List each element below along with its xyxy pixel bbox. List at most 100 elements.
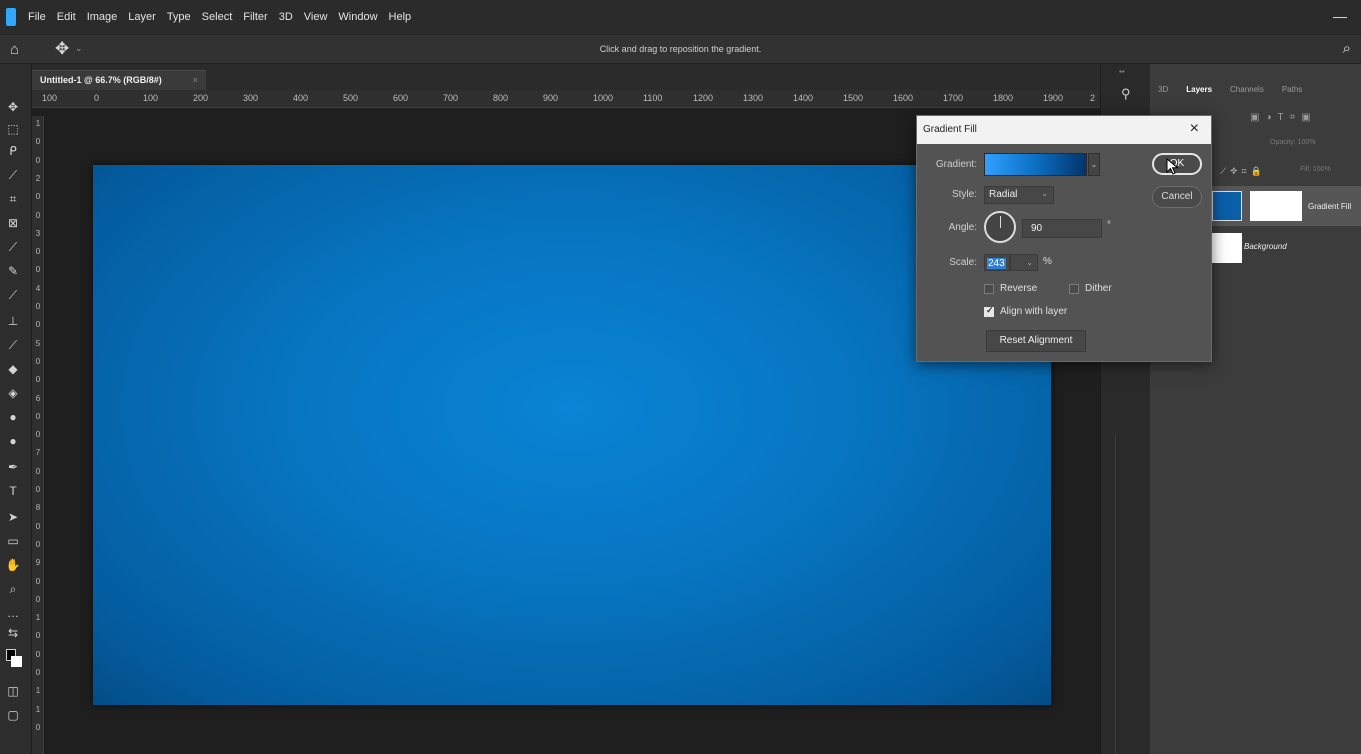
pen-tool-icon[interactable]: ✒	[5, 460, 21, 474]
ruler-tick: 1200	[693, 93, 714, 103]
ruler-tick: 0	[35, 466, 41, 476]
menu-type[interactable]: Type	[167, 11, 191, 23]
ruler-tick: 200	[193, 93, 209, 103]
menu-filter[interactable]: Filter	[243, 11, 267, 23]
document-tab[interactable]: Untitled-1 @ 66.7% (RGB/8#) ×	[32, 70, 206, 90]
background-color-swatch[interactable]	[11, 656, 22, 667]
zoom-tool-icon[interactable]: ⌕	[5, 582, 21, 596]
healing-brush-tool-icon[interactable]: ✎	[5, 264, 21, 278]
menu-layer[interactable]: Layer	[128, 11, 156, 23]
options-bar: ⌂ ✥ ⌄ Click and drag to reposition the g…	[0, 34, 1361, 64]
menu-view[interactable]: View	[304, 11, 328, 23]
ruler-tick: 0	[35, 265, 41, 275]
frame-tool-icon[interactable]: ⊠	[5, 216, 21, 230]
ruler-tick: 2	[35, 173, 41, 183]
ruler-tick: 0	[35, 155, 41, 165]
lasso-tool-icon[interactable]: ᑭ	[5, 144, 21, 158]
type-tool-icon[interactable]: T	[5, 484, 21, 498]
dialog-titlebar[interactable]: Gradient Fill ×	[917, 116, 1211, 144]
layer-filter-icons[interactable]: ▣◑T⌗▣	[1250, 112, 1317, 123]
ruler-tick: 7	[35, 448, 41, 458]
ruler-tick: 8	[35, 503, 41, 513]
ruler-tick: 0	[35, 302, 41, 311]
gradient-picker[interactable]	[984, 153, 1087, 176]
eyedropper-tool-icon[interactable]: ⟋	[5, 240, 21, 254]
close-tab-icon[interactable]: ×	[193, 75, 198, 85]
align-with-layer-checkbox[interactable]	[984, 305, 994, 317]
crop-tool-icon[interactable]: ⌗	[5, 192, 21, 206]
close-icon[interactable]: ×	[1190, 120, 1199, 138]
ruler-tick: 0	[35, 576, 41, 586]
screen-mode-icon[interactable]: ▢	[5, 708, 21, 722]
angle-input[interactable]: 90	[1022, 219, 1102, 238]
vertical-ruler: 1 0 0 2 0 0 3 0 0 4 0 0 5 0 0 6 0 0 7 0 0 8 0 0 9 0 0 1 0 0 0 1 1 0	[32, 116, 44, 754]
menu-select[interactable]: Select	[202, 11, 233, 23]
dither-checkbox[interactable]	[1069, 284, 1079, 294]
scale-dropdown-button[interactable]: ⌄	[1010, 254, 1038, 271]
style-value: Radial	[989, 189, 1018, 200]
ruler-tick: 0	[94, 93, 100, 103]
ruler-tick: 1	[35, 686, 41, 696]
layer-row-background[interactable]: Background	[1202, 228, 1361, 268]
menu-file[interactable]: File	[28, 11, 46, 23]
brush-tool-icon[interactable]: ⟋	[5, 288, 21, 302]
layer-thumbnail	[1212, 191, 1242, 221]
ruler-tick: 500	[343, 93, 359, 103]
gradient-tool-icon[interactable]: ◈	[5, 386, 21, 400]
dock-grip-icon[interactable]: ▪▪	[1119, 67, 1125, 76]
reverse-checkbox[interactable]	[984, 284, 994, 294]
gradient-fill-dialog: Gradient Fill × Gradient: ⌄ Style: Radia…	[916, 115, 1212, 362]
layer-row-gradient-fill[interactable]: Gradient Fill	[1202, 186, 1361, 226]
ruler-tick: 3	[35, 228, 41, 238]
menu-window[interactable]: Window	[338, 11, 377, 23]
tab-layers[interactable]: Layers	[1186, 85, 1212, 94]
eraser-tool-icon[interactable]: ◆	[5, 362, 21, 376]
quick-select-tool-icon[interactable]: ⟋	[5, 168, 21, 182]
dither-label: Dither	[1085, 283, 1112, 294]
angle-dial[interactable]	[984, 211, 1016, 243]
reset-alignment-button[interactable]: Reset Alignment	[986, 330, 1086, 352]
more-tools-icon[interactable]: …	[5, 606, 21, 620]
photoshop-logo-icon[interactable]	[6, 8, 16, 26]
gradient-dropdown-button[interactable]: ⌄	[1088, 153, 1100, 176]
history-brush-tool-icon[interactable]: ⟋	[5, 338, 21, 352]
cancel-button[interactable]: Cancel	[1152, 186, 1202, 208]
minimize-button[interactable]: —	[1333, 8, 1347, 24]
dodge-tool-icon[interactable]: ●	[5, 434, 21, 448]
tab-paths[interactable]: Paths	[1282, 85, 1302, 94]
ruler-tick: 0	[35, 411, 41, 421]
dialog-title: Gradient Fill	[923, 124, 977, 135]
fill-field[interactable]: Fill: 100%	[1300, 166, 1331, 173]
tab-channels[interactable]: Channels	[1230, 85, 1264, 94]
angle-unit: °	[1107, 220, 1111, 231]
move-tool-icon[interactable]: ✥	[5, 100, 21, 114]
menu-3d[interactable]: 3D	[279, 11, 293, 23]
style-select[interactable]: Radial ⌄	[984, 186, 1054, 204]
scale-input[interactable]: 243	[984, 254, 1010, 271]
ruler-tick: 0	[35, 594, 41, 604]
reverse-label: Reverse	[1000, 283, 1038, 294]
lock-icons[interactable]: ⟋✥⌗🔒	[1220, 166, 1266, 177]
search-icon[interactable]: ⌕	[1343, 40, 1351, 57]
path-select-tool-icon[interactable]: ➤	[5, 510, 21, 524]
document-canvas[interactable]	[93, 165, 1051, 705]
blur-tool-icon[interactable]: ●	[5, 410, 21, 424]
ruler-tick: 1	[35, 704, 41, 714]
menu-help[interactable]: Help	[389, 11, 412, 23]
menu-image[interactable]: Image	[87, 11, 118, 23]
ruler-tick: 100	[143, 93, 159, 103]
marquee-tool-icon[interactable]: ⬚	[5, 122, 21, 136]
hand-tool-icon[interactable]: ✋	[5, 558, 21, 572]
swap-colors-icon[interactable]: ⇆	[5, 626, 21, 640]
ruler-tick: 0	[35, 356, 41, 366]
menu-edit[interactable]: Edit	[57, 11, 76, 23]
ruler-tick: 700	[443, 93, 459, 103]
history-panel-icon[interactable]: ⚲	[1121, 86, 1131, 102]
stamp-tool-icon[interactable]: ⊥	[5, 314, 21, 328]
ruler-tick: 9	[35, 558, 41, 568]
rectangle-tool-icon[interactable]: ▭	[5, 534, 21, 548]
tab-3d[interactable]: 3D	[1158, 85, 1168, 94]
quick-mask-icon[interactable]: ◫	[5, 684, 21, 698]
opacity-field[interactable]: Opacity: 100%	[1270, 139, 1316, 146]
ruler-tick: 900	[543, 93, 559, 103]
